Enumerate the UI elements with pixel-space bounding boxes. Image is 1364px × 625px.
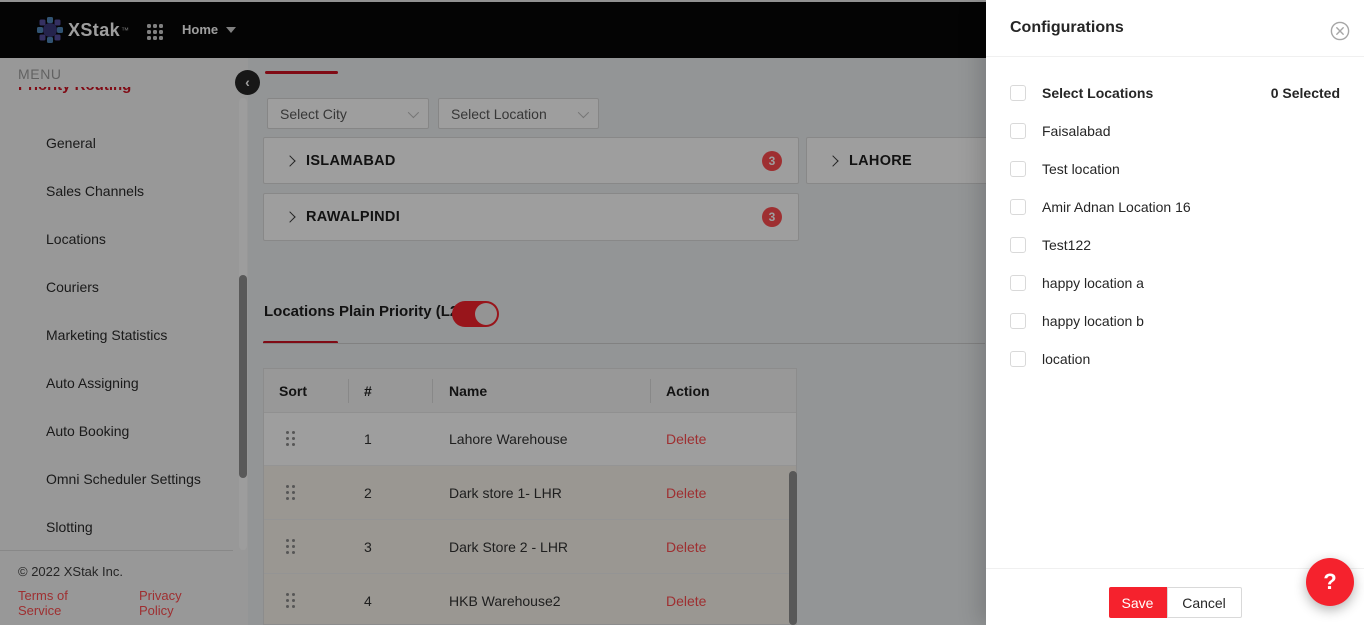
location-checkbox[interactable] [1010,351,1026,367]
location-checkbox[interactable] [1010,313,1026,329]
close-circle-icon[interactable] [1330,21,1350,41]
drawer-body: Select Locations 0 Selected Faisalabad T… [986,57,1364,367]
app-root: XStak™ Home MENU Priority Routing [0,0,1364,625]
location-option-label: happy location a [1042,275,1144,291]
location-option-label: Test122 [1042,237,1092,253]
drawer-backdrop-mask[interactable] [0,0,986,625]
location-option: Faisalabad [1010,123,1340,139]
location-option-label: happy location b [1042,313,1144,329]
drawer-title: Configurations [1010,19,1124,36]
location-option-label: Test location [1042,161,1120,177]
location-option: happy location a [1010,275,1340,291]
location-checkbox[interactable] [1010,275,1026,291]
location-option: Test location [1010,161,1340,177]
help-button[interactable]: ? [1306,558,1354,606]
configurations-drawer: Configurations Select Locations 0 Select… [986,0,1364,625]
select-all-checkbox[interactable] [1010,85,1026,101]
location-option-label: Amir Adnan Location 16 [1042,199,1191,215]
location-option: location [1010,351,1340,367]
save-button[interactable]: Save [1108,587,1167,618]
location-option: happy location b [1010,313,1340,329]
cancel-button[interactable]: Cancel [1166,587,1242,618]
location-option: Test122 [1010,237,1340,253]
location-checkbox[interactable] [1010,161,1026,177]
location-option-label: location [1042,351,1091,367]
location-checkbox[interactable] [1010,199,1026,215]
location-option-label: Faisalabad [1042,123,1111,139]
selected-count: 0 Selected [1270,85,1340,101]
location-checkbox[interactable] [1010,237,1026,253]
select-all-row: Select Locations 0 Selected [1010,85,1340,101]
drawer-header: Configurations [986,0,1364,57]
location-checkbox[interactable] [1010,123,1026,139]
select-all-label: Select Locations [1042,85,1154,101]
location-option: Amir Adnan Location 16 [1010,199,1340,215]
